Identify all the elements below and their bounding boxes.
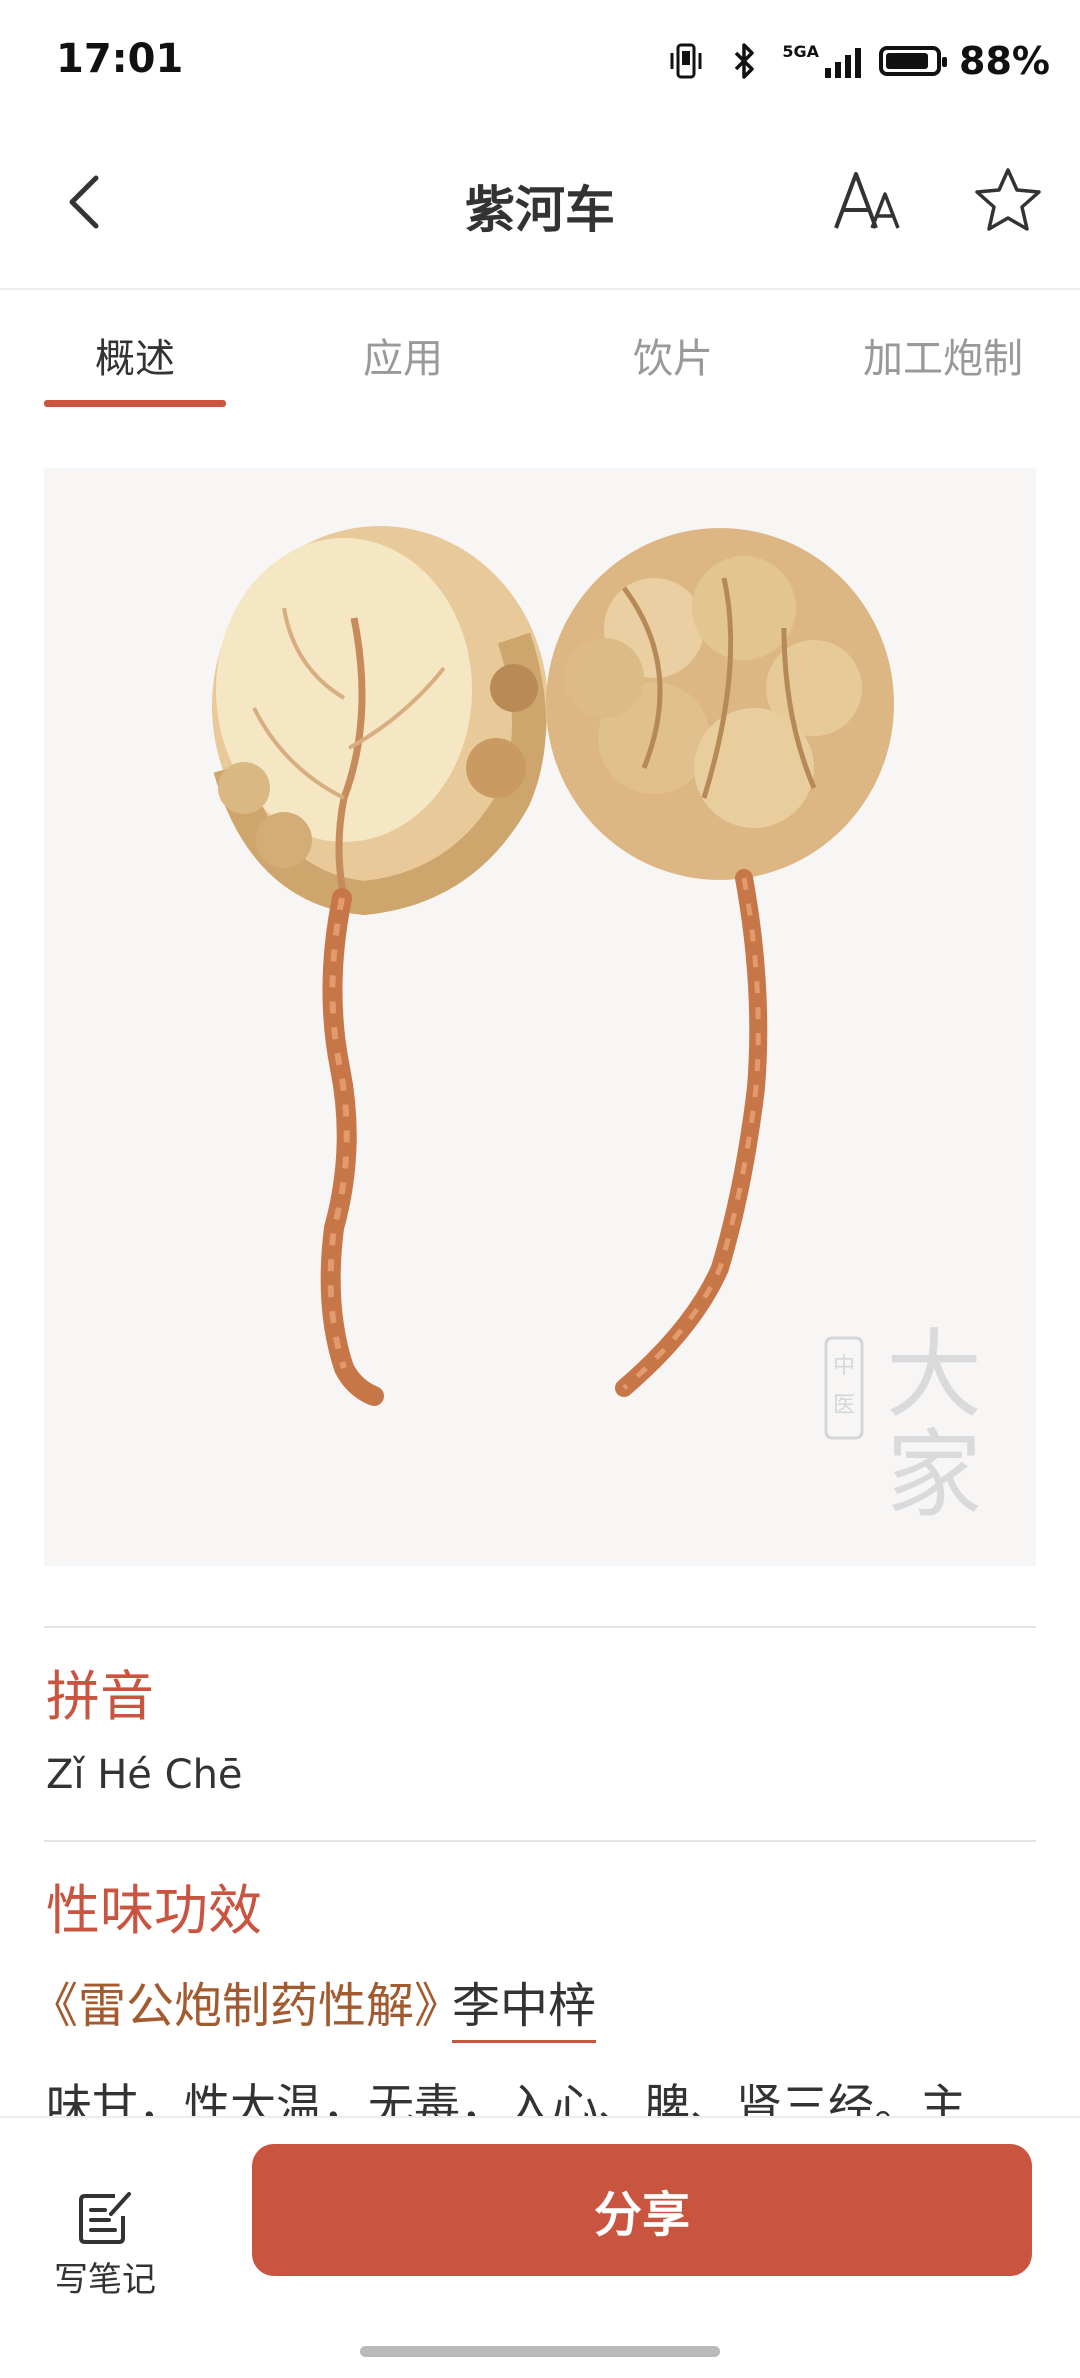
battery-percent: 88% <box>959 39 1050 83</box>
font-size-icon[interactable] <box>832 168 902 232</box>
herb-illustration: 中 医 大 家 <box>212 526 982 1531</box>
section-divider <box>44 1840 1036 1842</box>
bottom-bar: 写笔记 分享 <box>0 2116 1080 2378</box>
svg-text:医: 医 <box>833 1393 855 1418</box>
section-divider <box>44 1626 1036 1628</box>
property-text: 味甘，性大温，无毒，入心、脾、肾三经。主 <box>46 2079 966 2118</box>
edit-note-icon <box>79 2192 131 2244</box>
svg-text:家: 家 <box>886 1419 982 1531</box>
write-note-button[interactable]: 写笔记 <box>30 2158 180 2300</box>
active-tab-indicator <box>44 400 226 407</box>
tab-overview[interactable]: 概述 <box>44 326 226 384</box>
tab-bar: 概述 应用 饮片 加工炮制 <box>0 290 1080 410</box>
tab-decoction-pieces[interactable]: 饮片 <box>582 326 764 384</box>
svg-text:大: 大 <box>886 1319 982 1431</box>
page-title: 紫河车 <box>465 181 615 239</box>
top-nav: 紫河车 <box>0 120 1080 290</box>
status-icons: 5GA 88% <box>666 38 1050 84</box>
svg-text:中: 中 <box>833 1354 855 1379</box>
placenta-left <box>212 526 548 1406</box>
status-time: 17:01 <box>56 36 184 82</box>
section-title-pinyin: 拼音 <box>46 1665 154 1728</box>
vibrate-icon <box>670 43 702 79</box>
pinyin-value: Zǐ Hé Chē <box>46 1752 243 1798</box>
tab-processing[interactable]: 加工炮制 <box>852 326 1034 384</box>
network-type: 5GA <box>782 41 820 61</box>
star-icon[interactable] <box>972 164 1044 236</box>
write-note-label: 写笔记 <box>54 2260 156 2300</box>
herb-image[interactable]: 中 医 大 家 <box>44 468 1036 1566</box>
battery-icon <box>879 46 948 76</box>
source-book-title[interactable]: 《雷公炮制药性解》 <box>30 1966 462 2036</box>
share-button[interactable]: 分享 <box>252 2144 1032 2276</box>
home-indicator[interactable] <box>360 2346 720 2357</box>
status-bar: 17:01 5GA 88% <box>0 0 1080 120</box>
source-author-link[interactable]: 李中梓 <box>452 1966 597 2043</box>
tab-application[interactable]: 应用 <box>312 326 494 384</box>
bluetooth-icon <box>735 43 755 79</box>
watermark-logo: 中 医 大 家 <box>824 1319 982 1531</box>
section-title-property: 性味功效 <box>46 1879 262 1942</box>
battery-fill <box>886 53 929 69</box>
placenta-right <box>546 528 894 1397</box>
signal-icon <box>825 44 862 78</box>
